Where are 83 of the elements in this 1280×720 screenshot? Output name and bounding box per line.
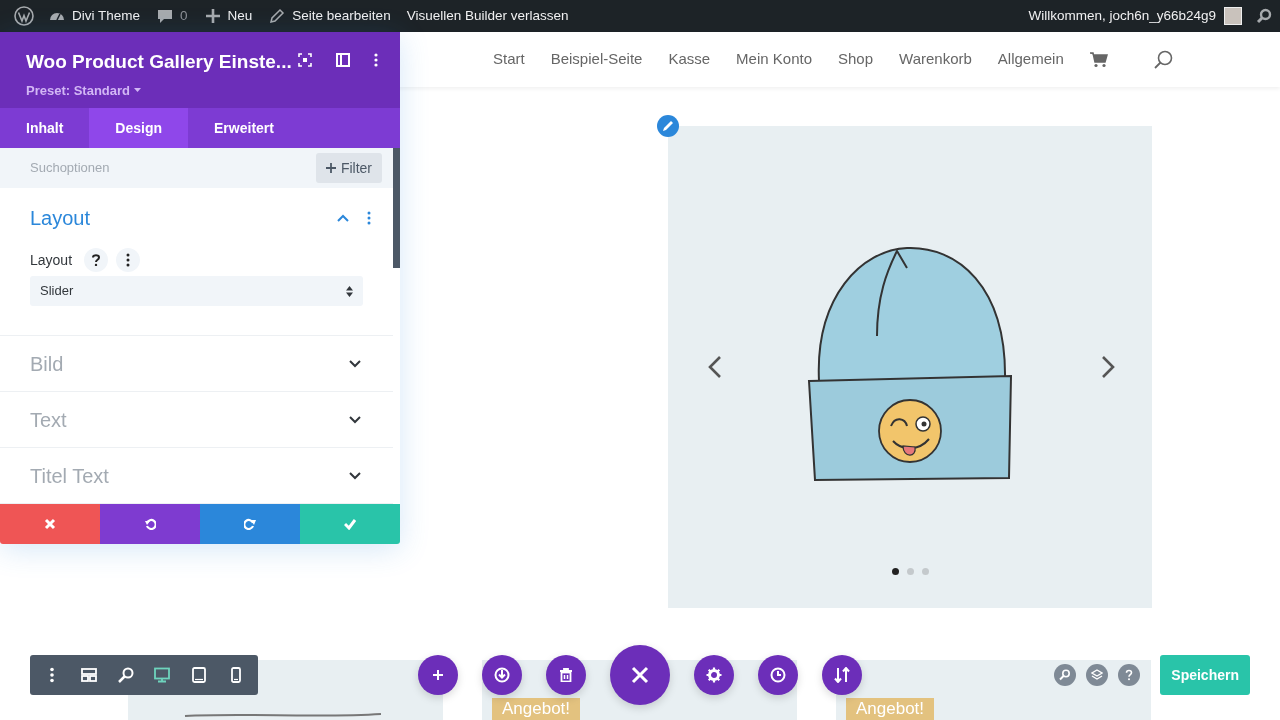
fullscreen-icon[interactable] — [298, 53, 312, 67]
preset-dropdown[interactable]: Preset: Standard — [26, 80, 131, 100]
help-button[interactable] — [84, 248, 109, 272]
close-icon — [631, 666, 649, 684]
plus-icon — [432, 669, 444, 681]
monitor-icon — [154, 667, 171, 683]
panel-tab[interactable]: Design — [89, 108, 189, 148]
question-mark-icon — [92, 254, 101, 266]
chevron-down-icon[interactable] — [349, 360, 361, 368]
more-options-icon — [126, 253, 131, 267]
filter-button[interactable]: Filter — [315, 153, 382, 183]
pencil-icon — [268, 7, 287, 25]
speech-bubble-icon — [156, 7, 175, 25]
greeting-link[interactable]: Willkommen, joch6n_y66b24g9 — [1028, 5, 1216, 27]
admin-bar-link[interactable]: Divi Theme — [72, 5, 141, 27]
add-button[interactable] — [418, 655, 458, 695]
slider-dot[interactable] — [906, 568, 914, 575]
shopping-cart-icon[interactable] — [1089, 51, 1108, 68]
nav-link-item[interactable]: Shop — [838, 48, 874, 71]
more-options-icon[interactable] — [374, 53, 378, 67]
sale-label: Angebot! — [492, 698, 581, 720]
nav-link-item[interactable]: Warenkorb — [899, 48, 972, 71]
delete-button[interactable] — [546, 655, 586, 695]
settings-section[interactable]: Layout Layout Slider — [0, 188, 393, 336]
nav-link-item[interactable]: Start — [493, 48, 525, 71]
portability-button[interactable] — [822, 655, 862, 695]
split-view-icon[interactable] — [336, 53, 350, 67]
search-icon[interactable] — [1256, 8, 1272, 24]
admin-bar-link[interactable]: 0 — [180, 5, 188, 27]
scrollbar[interactable] — [393, 148, 400, 268]
power-icon — [494, 667, 510, 683]
layout-select[interactable]: Slider — [30, 276, 363, 306]
up-down-arrows-icon — [834, 667, 850, 683]
admin-bar-link[interactable]: Seite bearbeiten — [292, 5, 391, 27]
section-title: Bild — [30, 352, 65, 377]
undo-icon — [144, 518, 156, 530]
nav-link-item[interactable]: Mein Konto — [736, 48, 812, 71]
section-title: Layout — [30, 206, 92, 231]
panel-tab[interactable]: Inhalt — [0, 108, 90, 148]
zoom-icon — [117, 667, 134, 683]
admin-bar-link[interactable]: Neu — [227, 5, 253, 27]
field-options-button[interactable] — [116, 248, 141, 272]
chevron-down-icon[interactable] — [349, 416, 361, 424]
nav-link-item[interactable]: Beispiel-Seite — [550, 48, 643, 71]
sort-arrows-icon — [346, 285, 353, 297]
caret-icon[interactable] — [134, 87, 142, 93]
panel-tab[interactable]: Erweitert — [188, 108, 300, 148]
field-label: Layout — [30, 250, 73, 270]
wordpress-logo-icon[interactable] — [14, 6, 34, 26]
clock-icon — [770, 667, 786, 683]
nav-link-item[interactable]: Allgemein — [997, 48, 1064, 71]
history-button[interactable] — [758, 655, 798, 695]
admin-bar-link[interactable]: Visuellen Builder verlassen — [406, 5, 569, 27]
trash-icon — [559, 668, 573, 682]
plus-icon — [203, 7, 222, 25]
load-layout-button[interactable] — [482, 655, 522, 695]
plus-icon — [325, 163, 336, 173]
close-icon — [44, 518, 56, 530]
sale-label: Angebot! — [846, 698, 935, 720]
slider-dot[interactable] — [921, 568, 929, 575]
panel-title: Woo Product Gallery Einste... — [26, 50, 293, 74]
section-title: Text — [30, 408, 68, 433]
chevron-right-icon[interactable] — [1101, 355, 1115, 379]
more-options-icon[interactable] — [367, 211, 371, 225]
layout-grid-icon — [81, 667, 97, 683]
more-options-icon — [50, 667, 55, 683]
chevron-up-icon[interactable] — [337, 214, 349, 222]
settings-button[interactable] — [694, 655, 734, 695]
search-icon[interactable] — [1153, 50, 1173, 69]
nav-link-item[interactable]: Kasse — [668, 48, 711, 71]
layers-icon — [1091, 669, 1104, 681]
tablet-icon — [190, 667, 207, 683]
checkmark-icon — [344, 518, 356, 530]
search-icon — [1059, 669, 1072, 681]
search-field[interactable]: Suchoptionen Filter — [0, 148, 393, 188]
chevron-down-icon[interactable] — [349, 472, 361, 480]
chevron-left-icon[interactable] — [708, 355, 722, 379]
slider-dot[interactable] — [891, 568, 899, 575]
section-title: Titel Text — [30, 464, 110, 489]
close-builder-button[interactable] — [610, 645, 670, 705]
gear-icon — [706, 667, 722, 683]
edit-pencil-icon[interactable] — [657, 115, 679, 137]
redo-icon — [244, 518, 256, 530]
